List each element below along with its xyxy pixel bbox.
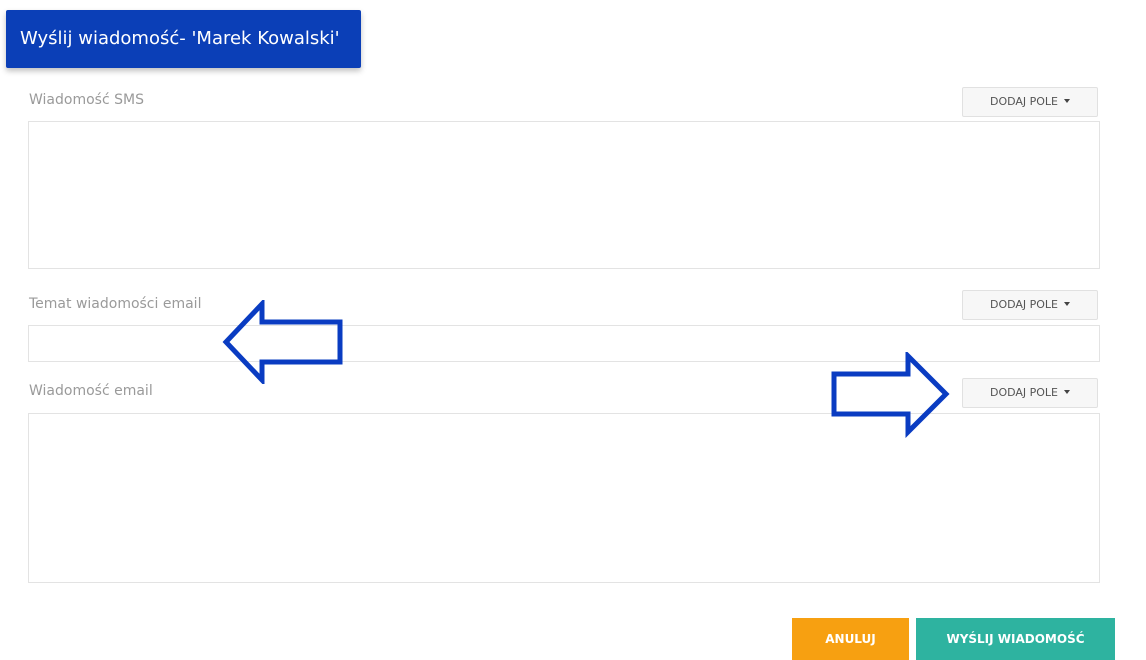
send-message-button[interactable]: WYŚLIJ WIADOMOŚĆ	[916, 618, 1115, 660]
email-message-add-field-button[interactable]: DODAJ POLE	[962, 378, 1098, 408]
email-subject-label: Temat wiadomości email	[29, 296, 202, 312]
sms-add-field-label: DODAJ POLE	[989, 95, 1059, 108]
sms-message-label: Wiadomość SMS	[29, 92, 144, 108]
caret-down-icon	[1064, 99, 1071, 103]
cancel-button[interactable]: ANULUJ	[792, 618, 909, 660]
dialog-title: Wyślij wiadomość- 'Marek Kowalski'	[6, 10, 361, 68]
left-arrow-icon	[222, 300, 343, 384]
email-message-add-field-label: DODAJ POLE	[989, 386, 1059, 399]
email-message-textarea[interactable]	[28, 413, 1100, 583]
sms-message-textarea[interactable]	[28, 121, 1100, 269]
send-message-dialog: Wyślij wiadomość- 'Marek Kowalski' Wiado…	[0, 0, 1146, 660]
email-subject-add-field-label: DODAJ POLE	[989, 298, 1059, 311]
email-message-label: Wiadomość email	[29, 383, 153, 399]
sms-add-field-button[interactable]: DODAJ POLE	[962, 87, 1098, 117]
email-subject-add-field-button[interactable]: DODAJ POLE	[962, 290, 1098, 320]
right-arrow-icon	[831, 352, 950, 438]
caret-down-icon	[1064, 302, 1071, 306]
caret-down-icon	[1064, 390, 1071, 394]
